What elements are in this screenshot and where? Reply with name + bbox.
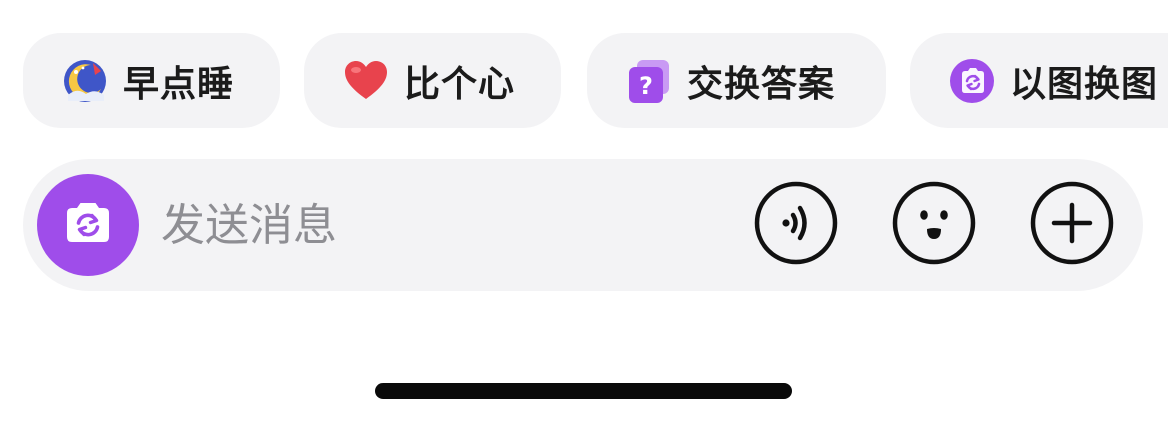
image-swap-icon (948, 57, 996, 105)
quick-action-label: 早点睡 (123, 63, 235, 105)
message-input[interactable] (161, 193, 701, 257)
svg-text:?: ? (639, 72, 653, 100)
camera-button[interactable] (37, 174, 139, 276)
camera-swap-icon (61, 196, 115, 254)
chat-composer-area: 早点睡 比个心 ? 交换答案 以图换图 发送消息 (0, 0, 1168, 423)
question-cards-icon: ? (625, 57, 673, 105)
quick-action-label: 交换答案 (687, 63, 836, 105)
quick-action-heart[interactable]: 比个心 (304, 33, 561, 128)
quick-action-image-swap[interactable]: 以图换图 (910, 33, 1168, 128)
quick-action-sleep-early[interactable]: 早点睡 (23, 33, 280, 128)
emoji-button[interactable] (892, 181, 976, 269)
quick-action-label: 比个心 (404, 63, 516, 105)
quick-action-label: 以图换图 (1010, 63, 1159, 105)
moon-sleep-icon (61, 57, 109, 105)
plus-icon (1030, 181, 1114, 269)
home-indicator[interactable] (375, 383, 792, 399)
heart-icon (342, 57, 390, 105)
emoji-icon (892, 181, 976, 269)
voice-icon (754, 181, 838, 269)
quick-action-swap-answers[interactable]: ? 交换答案 (587, 33, 886, 128)
voice-button[interactable] (754, 181, 838, 269)
more-button[interactable] (1030, 181, 1114, 269)
message-composer (23, 159, 1143, 291)
quick-actions-row: 早点睡 比个心 ? 交换答案 以图换图 (0, 0, 1168, 140)
